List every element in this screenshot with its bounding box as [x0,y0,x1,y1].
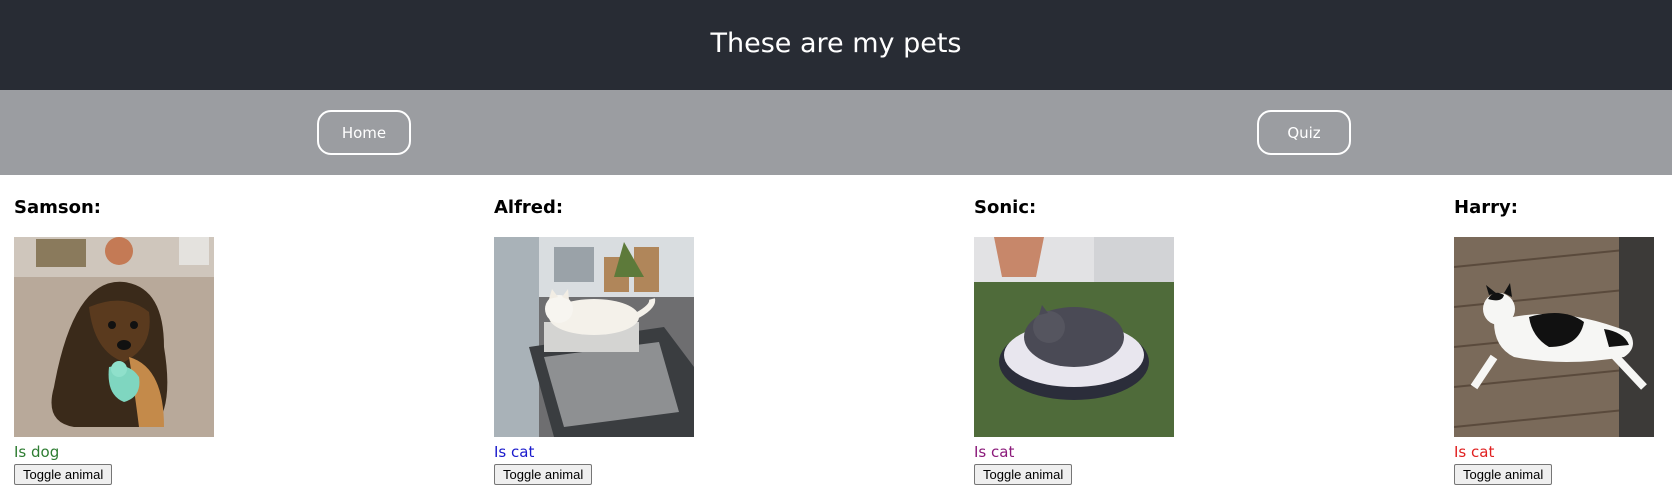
pet-card-sonic: Sonic: Is cat Toggle animal [974,196,1194,485]
page-header: These are my pets [0,0,1672,90]
cat-photo [1454,237,1654,437]
dog-photo [14,237,214,437]
quiz-button[interactable]: Quiz [1257,110,1351,155]
nav-bar: Home Quiz [0,90,1672,175]
cat-photo [974,237,1174,437]
pet-card-samson: Samson: Is dog Toggle animal [14,196,234,485]
pet-card-alfred: Alfred: Is cat Toggle animal [494,196,714,485]
pet-name: Harry: [1454,197,1518,218]
pet-status: Is dog [14,443,60,461]
toggle-animal-button[interactable]: Toggle animal [494,464,593,485]
toggle-animal-button[interactable]: Toggle animal [14,464,113,485]
home-button[interactable]: Home [317,110,411,155]
toggle-animal-button[interactable]: Toggle animal [974,464,1073,485]
pet-status: Is cat [974,443,1015,461]
pet-name: Samson: [14,197,101,218]
cat-photo [494,237,694,437]
toggle-animal-button[interactable]: Toggle animal [1454,464,1553,485]
pet-status: Is cat [1454,443,1495,461]
pet-name: Alfred: [494,197,564,218]
pet-card-harry: Harry: Is cat Toggle animal [1454,196,1672,485]
pet-name: Sonic: [974,197,1037,218]
pet-status: Is cat [494,443,535,461]
page-title: These are my pets [710,27,962,59]
